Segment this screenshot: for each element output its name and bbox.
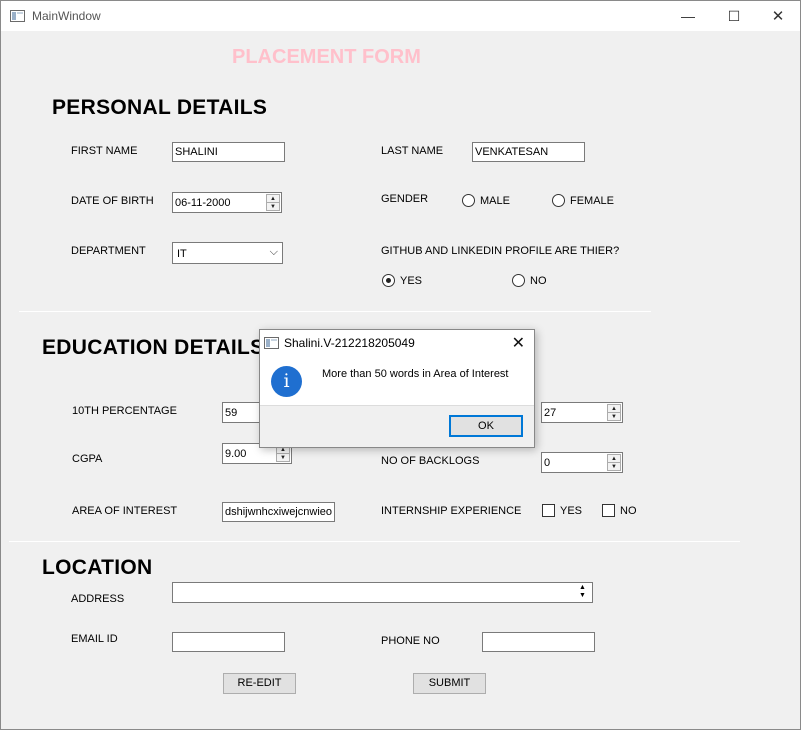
tenth-percentage-value: 59 bbox=[225, 407, 238, 419]
address-label: ADDRESS bbox=[71, 593, 125, 605]
twelfth-spin-buttons[interactable]: ▲ ▼ bbox=[607, 404, 621, 421]
main-window: MainWindow — ☐ ✕ PLACEMENT FORM PERSONAL… bbox=[0, 0, 801, 730]
github-yes-radio[interactable] bbox=[382, 274, 395, 287]
internship-label: INTERNSHIP EXPERIENCE bbox=[381, 505, 522, 517]
form-title: PLACEMENT FORM bbox=[232, 46, 421, 68]
tenth-percentage-label: 10TH PERCENTAGE bbox=[72, 405, 177, 417]
first-name-input[interactable]: SHALINI bbox=[172, 142, 285, 162]
re-edit-button[interactable]: RE-EDIT bbox=[223, 673, 296, 694]
education-details-heading: EDUCATION DETAILS bbox=[42, 336, 265, 359]
title-bar: MainWindow — ☐ ✕ bbox=[1, 1, 800, 31]
backlogs-spin-buttons[interactable]: ▲ ▼ bbox=[607, 454, 621, 471]
backlogs-value: 0 bbox=[544, 457, 551, 469]
spin-down-icon[interactable]: ▼ bbox=[267, 203, 279, 211]
section-divider bbox=[9, 541, 740, 542]
app-icon bbox=[10, 10, 25, 22]
backlogs-spinbox[interactable]: 0 ▲ ▼ bbox=[541, 452, 623, 473]
backlogs-label: NO OF BACKLOGS bbox=[381, 455, 480, 467]
address-scroll-arrows[interactable]: ▲ ▼ bbox=[576, 584, 590, 601]
dialog-app-icon bbox=[264, 337, 279, 349]
last-name-input[interactable]: VENKATESAN bbox=[472, 142, 585, 162]
cgpa-label: CGPA bbox=[72, 453, 103, 465]
github-question-label: GITHUB AND LINKEDIN PROFILE ARE THIER? bbox=[381, 245, 620, 257]
github-yes-label[interactable]: YES bbox=[400, 275, 422, 287]
department-label: DEPARTMENT bbox=[71, 245, 146, 257]
phone-label: PHONE NO bbox=[381, 635, 440, 647]
github-no-label[interactable]: NO bbox=[530, 275, 547, 287]
gender-label: GENDER bbox=[381, 193, 429, 205]
gender-male-radio[interactable] bbox=[462, 194, 475, 207]
spin-down-icon[interactable]: ▼ bbox=[277, 454, 289, 462]
close-button[interactable]: ✕ bbox=[755, 1, 801, 31]
gender-female-label[interactable]: FEMALE bbox=[570, 195, 614, 207]
info-icon: i bbox=[271, 366, 302, 397]
gender-female-radio[interactable] bbox=[552, 194, 565, 207]
spin-up-icon[interactable]: ▲ bbox=[608, 455, 620, 463]
dob-date-edit[interactable]: 06-11-2000 ▲ ▼ bbox=[172, 192, 282, 213]
gender-male-label[interactable]: MALE bbox=[480, 195, 510, 207]
github-no-radio[interactable] bbox=[512, 274, 525, 287]
dob-value: 06-11-2000 bbox=[175, 197, 231, 209]
twelfth-percentage-value: 27 bbox=[544, 407, 557, 419]
dialog-close-icon[interactable]: ✕ bbox=[512, 333, 525, 353]
dob-spin-buttons[interactable]: ▲ ▼ bbox=[266, 194, 280, 211]
area-of-interest-input[interactable]: dshijwnhcxiwejcnwieo bbox=[222, 502, 335, 522]
minimize-button[interactable]: — bbox=[665, 1, 711, 31]
section-divider bbox=[19, 311, 651, 312]
spin-down-icon[interactable]: ▼ bbox=[608, 463, 620, 471]
area-of-interest-label: AREA OF INTEREST bbox=[72, 505, 178, 517]
location-heading: LOCATION bbox=[42, 556, 153, 579]
spin-up-icon[interactable]: ▲ bbox=[267, 195, 279, 203]
phone-input[interactable] bbox=[482, 632, 595, 652]
dialog-message: More than 50 words in Area of Interest bbox=[322, 368, 509, 380]
address-textedit[interactable] bbox=[172, 582, 593, 603]
internship-yes-checkbox[interactable] bbox=[542, 504, 555, 517]
spin-up-icon[interactable]: ▲ bbox=[608, 405, 620, 413]
first-name-label: FIRST NAME bbox=[71, 145, 138, 157]
chevron-down-icon[interactable]: ⌵ bbox=[270, 246, 278, 259]
internship-no-label[interactable]: NO bbox=[620, 505, 637, 517]
message-dialog: Shalini.V-212218205049 ✕ i More than 50 … bbox=[259, 329, 535, 448]
cgpa-value: 9.00 bbox=[225, 448, 247, 460]
spin-down-icon[interactable]: ▼ bbox=[608, 413, 620, 421]
window-title: MainWindow bbox=[32, 9, 101, 23]
email-label: EMAIL ID bbox=[71, 633, 118, 645]
maximize-button[interactable]: ☐ bbox=[711, 1, 757, 31]
internship-yes-label[interactable]: YES bbox=[560, 505, 582, 517]
department-value: IT bbox=[177, 248, 187, 260]
internship-no-checkbox[interactable] bbox=[602, 504, 615, 517]
twelfth-percentage-spinbox[interactable]: 27 ▲ ▼ bbox=[541, 402, 623, 423]
scroll-down-icon[interactable]: ▼ bbox=[579, 592, 586, 599]
scroll-up-icon[interactable]: ▲ bbox=[579, 584, 586, 591]
last-name-label: LAST NAME bbox=[381, 145, 444, 157]
personal-details-heading: PERSONAL DETAILS bbox=[52, 96, 268, 119]
ok-button[interactable]: OK bbox=[449, 415, 523, 437]
dialog-title: Shalini.V-212218205049 bbox=[284, 336, 415, 350]
submit-button[interactable]: SUBMIT bbox=[413, 673, 486, 694]
department-combo[interactable]: IT ⌵ bbox=[172, 242, 283, 264]
email-input[interactable] bbox=[172, 632, 285, 652]
dialog-footer: OK bbox=[260, 405, 534, 447]
dob-label: DATE OF BIRTH bbox=[71, 195, 154, 207]
